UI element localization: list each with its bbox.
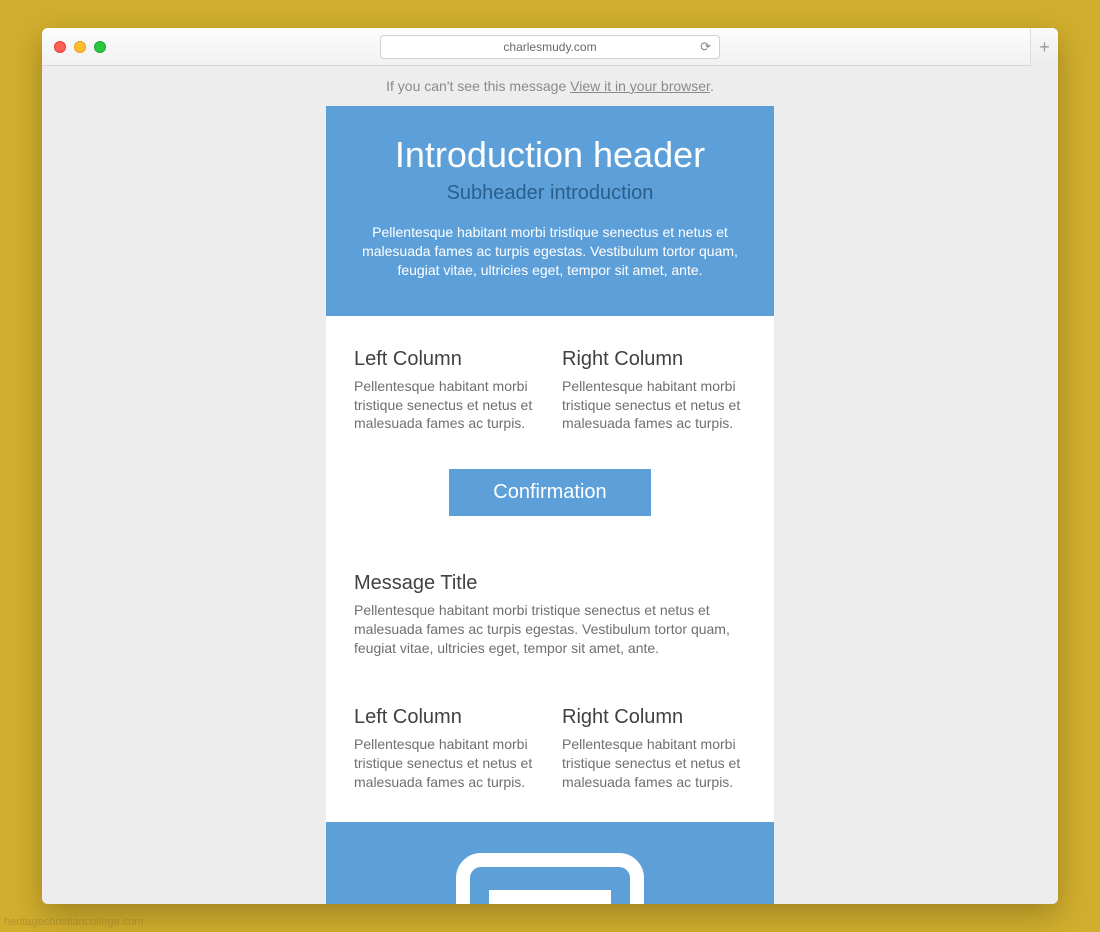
confirmation-button[interactable]: Confirmation: [449, 469, 650, 516]
close-window-button[interactable]: [54, 41, 66, 53]
preheader-text: If you can't see this message: [386, 78, 570, 94]
left-column-2: Left Column Pellentesque habitant morbi …: [354, 706, 538, 792]
hero-subtitle: Subheader introduction: [352, 182, 748, 205]
two-column-section-1: Left Column Pellentesque habitant morbi …: [326, 316, 774, 559]
right-column-1-title: Right Column: [562, 348, 746, 371]
browser-chrome: charlesmudy.com ⟳ +: [42, 28, 1058, 66]
left-column-1-body: Pellentesque habitant morbi tristique se…: [354, 377, 538, 434]
hero-section: Introduction header Subheader introducti…: [326, 106, 774, 316]
message-title: Message Title: [354, 572, 746, 595]
right-column-2-body: Pellentesque habitant morbi tristique se…: [562, 735, 746, 792]
hero-title: Introduction header: [352, 134, 748, 176]
cta-row: Confirmation: [354, 469, 746, 516]
left-column-2-body: Pellentesque habitant morbi tristique se…: [354, 735, 538, 792]
email-body: Introduction header Subheader introducti…: [326, 106, 774, 904]
maximize-window-button[interactable]: [94, 41, 106, 53]
browser-window: charlesmudy.com ⟳ + If you can't see thi…: [42, 28, 1058, 904]
right-column-1: Right Column Pellentesque habitant morbi…: [562, 348, 746, 434]
preheader: If you can't see this message View it in…: [42, 66, 1058, 106]
traffic-lights: [54, 41, 106, 53]
minimize-window-button[interactable]: [74, 41, 86, 53]
address-bar-url: charlesmudy.com: [503, 40, 596, 54]
hero-body: Pellentesque habitant morbi tristique se…: [352, 223, 748, 280]
right-column-2-title: Right Column: [562, 706, 746, 729]
left-column-1: Left Column Pellentesque habitant morbi …: [354, 348, 538, 434]
address-bar[interactable]: charlesmudy.com ⟳: [380, 35, 720, 59]
image-placeholder-icon: [455, 852, 645, 904]
message-section: Message Title Pellentesque habitant morb…: [326, 558, 774, 688]
right-column-1-body: Pellentesque habitant morbi tristique se…: [562, 377, 746, 434]
two-column-section-2: Left Column Pellentesque habitant morbi …: [326, 688, 774, 822]
view-in-browser-link[interactable]: View it in your browser: [570, 78, 710, 94]
new-tab-button[interactable]: +: [1030, 28, 1058, 66]
left-column-2-title: Left Column: [354, 706, 538, 729]
watermark: heritagechristiancollege.com: [4, 916, 143, 928]
left-column-1-title: Left Column: [354, 348, 538, 371]
message-body: Pellentesque habitant morbi tristique se…: [354, 601, 746, 658]
right-column-2: Right Column Pellentesque habitant morbi…: [562, 706, 746, 792]
preheader-suffix: .: [710, 78, 714, 94]
reload-icon[interactable]: ⟳: [700, 39, 711, 55]
image-section: [326, 822, 774, 904]
viewport: If you can't see this message View it in…: [42, 66, 1058, 904]
